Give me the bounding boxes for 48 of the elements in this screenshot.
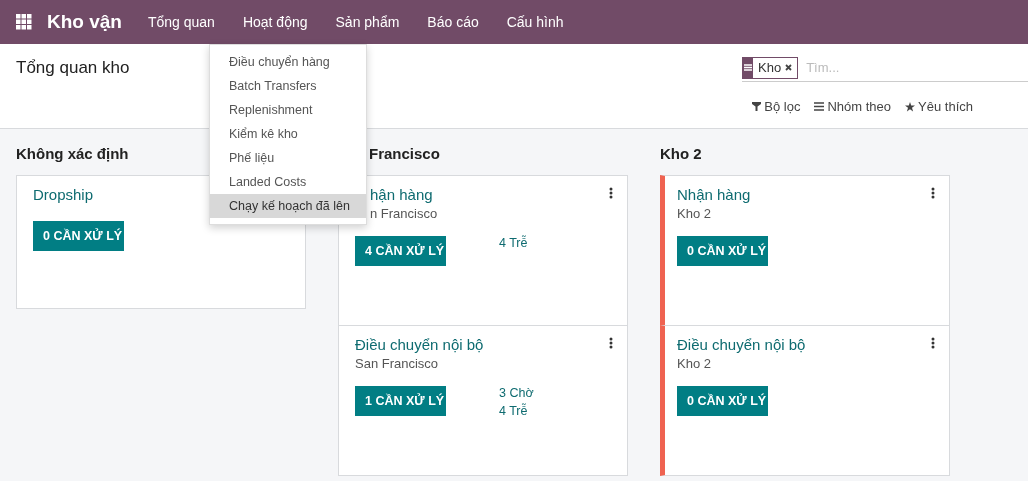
dropdown-item[interactable]: Batch Transfers <box>210 74 366 98</box>
facet-label: Kho <box>757 60 783 75</box>
star-icon <box>905 101 916 112</box>
nav-menu-item[interactable]: Tổng quan <box>133 0 229 44</box>
todo-button[interactable]: 1 CẦN XỬ LÝ <box>355 386 446 416</box>
breadcrumb: Tổng quan kho <box>16 58 130 78</box>
card-title[interactable]: Điều chuyển nội bộ <box>677 336 933 353</box>
app-grid-icon[interactable] <box>16 14 32 30</box>
dropdown-item[interactable]: Landed Costs <box>210 170 366 194</box>
todo-button[interactable]: 0 CẦN XỬ LÝ <box>677 236 768 266</box>
filter-button[interactable]: Bộ lọc <box>752 99 801 114</box>
card-subtitle: Kho 2 <box>677 356 712 371</box>
column-title: Francisco <box>369 145 440 162</box>
dropdown-item[interactable]: Chạy kế hoạch đã lên <box>210 194 366 218</box>
kebab-menu-icon[interactable] <box>609 337 613 349</box>
card-subtitle: Kho 2 <box>677 206 712 221</box>
nav-menu-item[interactable]: Cấu hình <box>492 0 578 44</box>
card-title[interactable]: Nhận hàng <box>677 186 933 203</box>
kebab-menu-icon[interactable] <box>609 187 613 199</box>
nav-menu-item[interactable]: Hoạt động <box>228 0 322 44</box>
dropdown-item[interactable]: Phế liệu <box>210 146 366 170</box>
search-facet[interactable]: Kho <box>742 56 799 79</box>
list-icon <box>814 102 825 111</box>
search-field[interactable]: Kho Tìm... <box>742 54 1028 82</box>
todo-button[interactable]: 0 CẦN XỬ LÝ <box>677 386 768 416</box>
filter-button[interactable]: Yêu thích <box>905 99 973 114</box>
filter-button[interactable]: Nhóm theo <box>814 99 892 114</box>
status-link[interactable]: 4 Trễ <box>499 404 534 418</box>
dropdown-item[interactable]: Kiểm kê kho <box>210 122 366 146</box>
dropdown-item[interactable]: Điều chuyển hàng <box>210 50 366 74</box>
status-link[interactable]: 4 Trễ <box>499 236 528 250</box>
card-title[interactable]: Điều chuyển nội bộ <box>355 336 611 353</box>
kebab-menu-icon[interactable] <box>931 337 935 349</box>
nav-menu-item[interactable]: Báo cáo <box>413 0 493 44</box>
kebab-menu-icon[interactable] <box>931 187 935 199</box>
filter-icon <box>752 102 762 111</box>
card-subtitle: n Francisco <box>369 206 439 221</box>
column-title: Không xác định <box>16 145 129 162</box>
todo-button[interactable]: 4 CẦN XỬ LÝ <box>355 236 446 266</box>
status-link[interactable]: 3 Chờ <box>499 386 534 400</box>
nav-menu-item[interactable]: Sản phẩm <box>321 0 414 44</box>
app-name: Kho vận <box>47 11 122 33</box>
column-title: Kho 2 <box>660 145 702 162</box>
list-icon <box>744 64 752 71</box>
todo-button[interactable]: 0 CẦN XỬ LÝ <box>33 221 124 251</box>
card-subtitle: San Francisco <box>355 356 440 371</box>
dropdown-item[interactable]: Replenishment <box>210 98 366 122</box>
close-icon[interactable] <box>785 64 793 71</box>
